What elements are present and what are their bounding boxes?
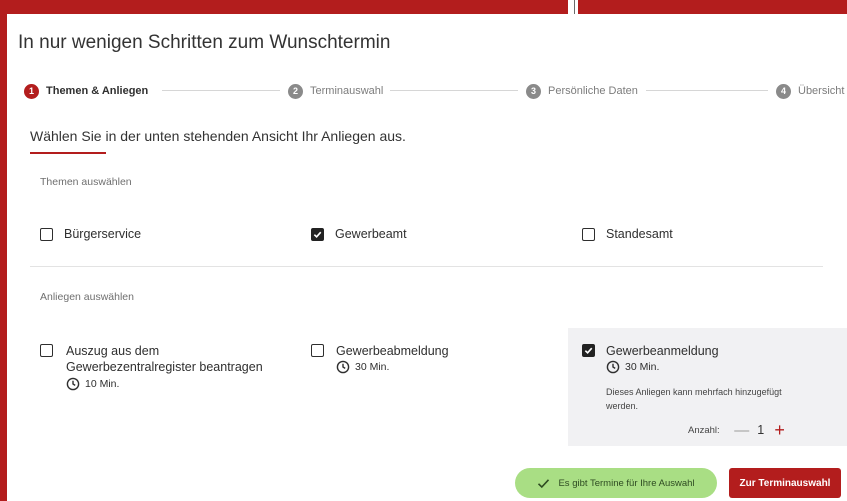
- checkbox-label: Bürgerservice: [64, 227, 142, 241]
- check-icon: [538, 478, 550, 488]
- instruction-underline: [30, 152, 106, 154]
- step-label: Persönliche Daten: [548, 85, 638, 97]
- window-border-separator: [574, 0, 575, 14]
- quantity-label: Anzahl:: [688, 424, 720, 436]
- window-border-top-right: [578, 0, 847, 14]
- checkbox-gewerbeabmeldung[interactable]: [311, 344, 324, 357]
- step-label: Terminauswahl: [310, 85, 384, 97]
- checkbox-label: Standesamt: [606, 227, 673, 241]
- availability-text: Es gibt Termine für Ihre Auswahl: [558, 477, 695, 489]
- anliegen-title-line: Gewerbezentralregister beantragen: [66, 360, 263, 374]
- checkbox-box[interactable]: [311, 227, 324, 241]
- step-label: Themen & Anliegen: [46, 85, 149, 97]
- availability-status: Es gibt Termine für Ihre Auswahl: [515, 468, 717, 498]
- increase-quantity-button[interactable]: +: [772, 421, 788, 439]
- checkbox-box[interactable]: [582, 344, 595, 357]
- anliegen-title: Gewerbeabmeldung: [336, 343, 449, 359]
- duration: 30 Min.: [336, 360, 389, 374]
- checkbox-gewerbeanmeldung[interactable]: [582, 344, 595, 357]
- zur-terminauswahl-button[interactable]: Zur Terminauswahl: [729, 468, 841, 498]
- step-number-badge: 4: [776, 83, 791, 99]
- step-number-badge: 2: [288, 83, 303, 99]
- anliegen-title-line: Gewerbeabmeldung: [336, 344, 449, 358]
- window-border-left: [0, 0, 7, 501]
- progress-stepper: 1 Themen & Anliegen 2 Terminauswahl 3 Pe…: [24, 81, 847, 103]
- clock-icon: [336, 360, 350, 374]
- checkbox-auszug-gewerbezentralregister[interactable]: [40, 344, 53, 357]
- duration-text: 30 Min.: [355, 361, 390, 373]
- step-persoenliche-daten[interactable]: 3 Persönliche Daten: [526, 81, 638, 101]
- step-themen-anliegen[interactable]: 1 Themen & Anliegen: [24, 81, 148, 101]
- anliegen-section-label: Anliegen auswählen: [40, 291, 134, 303]
- checkmark-icon: [584, 347, 593, 355]
- quantity-value: 1: [757, 423, 765, 437]
- duration-text: 10 Min.: [85, 378, 120, 390]
- anliegen-title-line: Gewerbeanmeldung: [606, 344, 719, 358]
- checkmark-icon: [313, 231, 322, 238]
- checkbox-box[interactable]: [582, 227, 595, 241]
- checkbox-gewerbeamt[interactable]: Gewerbeamt: [311, 227, 407, 241]
- step-terminauswahl[interactable]: 2 Terminauswahl: [288, 81, 383, 101]
- step-number-badge: 1: [24, 83, 39, 99]
- checkbox-label: Gewerbeamt: [335, 227, 407, 241]
- anliegen-title-line: Auszug aus dem: [66, 344, 160, 358]
- decrease-quantity-button[interactable]: —: [734, 422, 750, 439]
- step-connector: [646, 90, 768, 91]
- multiple-note: Dieses Anliegen kann mehrfach hinzugefüg…: [606, 387, 782, 411]
- step-connector: [162, 90, 280, 91]
- section-divider: [30, 266, 823, 267]
- checkbox-box[interactable]: [40, 227, 53, 241]
- themen-section-label: Themen auswählen: [40, 176, 132, 188]
- duration: 10 Min.: [66, 377, 119, 391]
- checkbox-box[interactable]: [40, 344, 53, 357]
- duration-text: 30 Min.: [625, 361, 660, 373]
- step-uebersicht[interactable]: 4 Übersicht: [776, 81, 844, 101]
- window-border-top: [0, 0, 568, 14]
- anliegen-title: Auszug aus dem Gewerbezentralregister be…: [66, 343, 263, 375]
- quantity-stepper: Anzahl: — 1 +: [688, 421, 788, 439]
- step-number-badge: 3: [526, 83, 541, 99]
- step-connector: [390, 90, 518, 91]
- instruction-text: Wählen Sie in der unten stehenden Ansich…: [30, 128, 406, 144]
- page-title: In nur wenigen Schritten zum Wunschtermi…: [18, 32, 391, 53]
- clock-icon: [606, 360, 620, 374]
- checkbox-box[interactable]: [311, 344, 324, 357]
- checkbox-buergerservice[interactable]: Bürgerservice: [40, 227, 141, 241]
- clock-icon: [66, 377, 80, 391]
- anliegen-title: Gewerbeanmeldung: [606, 343, 719, 359]
- step-label: Übersicht: [798, 85, 845, 97]
- duration: 30 Min.: [606, 360, 659, 374]
- checkbox-standesamt[interactable]: Standesamt: [582, 227, 673, 241]
